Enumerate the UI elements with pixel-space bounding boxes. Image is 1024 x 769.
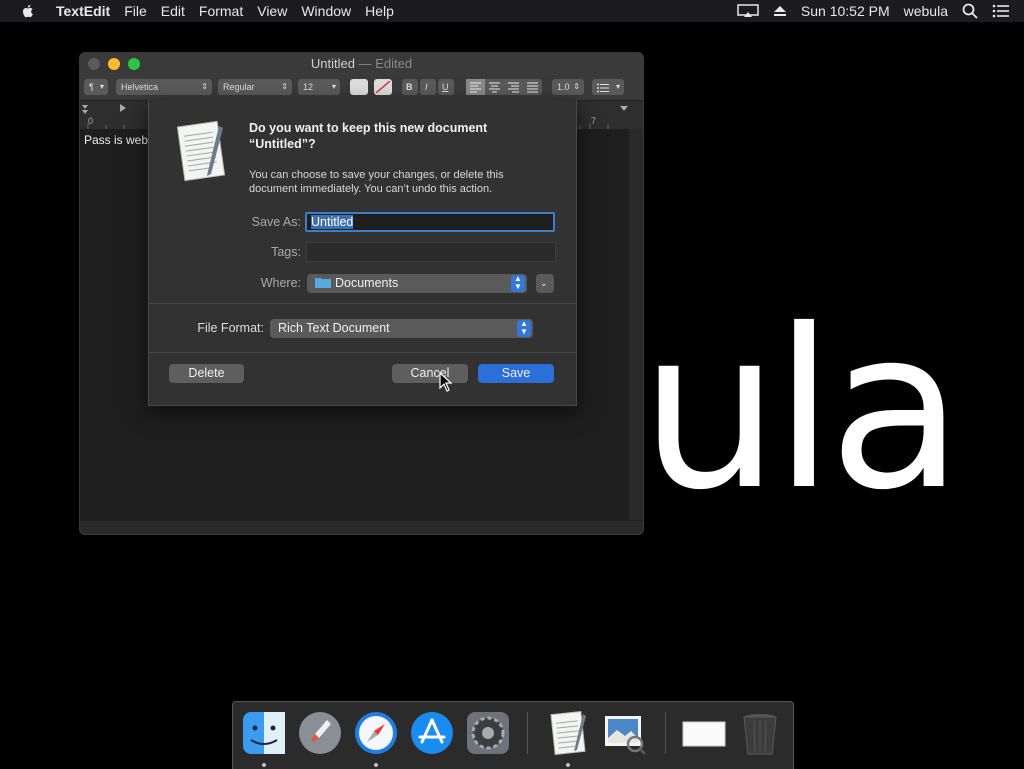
textedit-running-dot — [566, 763, 570, 767]
font-style-value: Regular — [223, 82, 255, 92]
line-spacing-popup[interactable]: 1.0 ⇕ — [552, 79, 584, 95]
sheet-divider-top — [149, 303, 576, 304]
font-family-popup[interactable]: Helvetica ⇕ — [116, 79, 212, 95]
chevron-down-icon: ⌄ — [540, 278, 548, 288]
folder-icon — [315, 278, 331, 288]
sheet-message: You can choose to save your changes, or … — [249, 169, 504, 195]
menu-format[interactable]: Format — [199, 3, 243, 19]
menu-bar: TextEdit File Edit Format View Window He… — [0, 0, 1024, 22]
minimize-button[interactable] — [108, 58, 120, 70]
dock-separator-trash — [665, 712, 666, 754]
system-preferences-icon[interactable] — [465, 710, 511, 756]
file-format-stepper-icon: ▲ ▼ — [517, 320, 531, 337]
tags-label: Tags: — [271, 245, 301, 259]
save-as-label: Save As: — [251, 215, 301, 229]
eject-icon[interactable] — [773, 5, 787, 17]
font-size-combo[interactable]: 12 ▾ — [298, 79, 340, 95]
list-bullets-icon — [597, 83, 609, 93]
launchpad-icon[interactable] — [297, 710, 343, 756]
window-titlebar[interactable]: Untitled — Edited — [80, 53, 643, 75]
font-family-value: Helvetica — [121, 82, 159, 92]
highlight-color-well[interactable] — [374, 79, 392, 95]
finder-running-dot — [262, 763, 266, 767]
bold-button[interactable]: B — [402, 79, 418, 95]
tags-field[interactable] — [306, 242, 556, 262]
ruler-label-start: 0 — [88, 116, 94, 126]
file-format-popup[interactable]: Rich Text Document ▲ ▼ — [270, 319, 533, 338]
font-size-value: 12 — [303, 82, 314, 92]
menu-view[interactable]: View — [257, 3, 287, 19]
dock-separator-apps — [527, 712, 528, 754]
format-toolbar: ¶ ▾ Helvetica ⇕ Regular ⇕ 12 ▾ B I U 1.0 ⇕ — [80, 75, 643, 101]
where-popup[interactable]: Documents ▲ ▼ — [307, 274, 527, 293]
notification-center-icon[interactable] — [992, 4, 1010, 18]
menu-window[interactable]: Window — [301, 3, 351, 19]
italic-button[interactable]: I — [420, 79, 436, 95]
list-style-popup[interactable]: ▾ — [592, 79, 624, 95]
textedit-icon[interactable] — [545, 710, 591, 756]
file-format-value: Rich Text Document — [278, 321, 390, 335]
save-as-field[interactable]: Untitled — [305, 212, 555, 232]
line-spacing-value: 1.0 — [557, 82, 570, 92]
where-stepper-icon: ▲ ▼ — [511, 275, 525, 292]
menu-file[interactable]: File — [124, 3, 147, 19]
safari-running-dot — [374, 763, 378, 767]
paragraph-style-popup[interactable]: ¶ ▾ — [84, 79, 108, 95]
menu-app-textedit[interactable]: TextEdit — [56, 3, 110, 19]
where-label: Where: — [260, 276, 301, 290]
save-as-value: Untitled — [311, 215, 354, 229]
menu-edit[interactable]: Edit — [161, 3, 185, 19]
text-color-well[interactable] — [350, 79, 368, 95]
close-button[interactable] — [88, 58, 100, 70]
sheet-divider-bottom — [149, 352, 576, 353]
spotlight-search-icon[interactable] — [962, 3, 978, 19]
textedit-document-icon — [176, 120, 226, 182]
apple-icon[interactable] — [20, 3, 36, 19]
where-value: Documents — [335, 276, 399, 290]
menubar-clock[interactable]: Sun 10:52 PM — [801, 3, 890, 19]
finder-icon[interactable] — [241, 710, 287, 756]
window-title-suffix: — Edited — [354, 56, 413, 71]
expand-sheet-button[interactable]: ⌄ — [536, 274, 554, 293]
align-icons — [466, 79, 538, 95]
wallpaper-text: ula — [640, 282, 963, 538]
file-format-label: File Format: — [197, 321, 264, 335]
dock — [232, 701, 794, 769]
ruler-label-end: 7 — [591, 116, 597, 126]
horizontal-scrollbar[interactable] — [80, 520, 643, 534]
save-button[interactable]: Save — [478, 364, 554, 383]
window-title: Untitled — [310, 56, 355, 71]
cancel-button[interactable]: Cancel — [392, 364, 468, 383]
mouse-cursor-icon — [439, 372, 453, 392]
font-style-popup[interactable]: Regular ⇕ — [218, 79, 292, 95]
preview-icon[interactable] — [601, 710, 647, 756]
alignment-control — [466, 79, 542, 95]
save-sheet: Do you want to keep this new document “U… — [148, 100, 577, 406]
vertical-scrollbar[interactable] — [628, 129, 643, 521]
minimized-window-icon[interactable] — [681, 710, 727, 756]
zoom-button[interactable] — [128, 58, 140, 70]
document-text: Pass is web — [84, 133, 149, 147]
no-color-slash-icon — [376, 81, 390, 93]
menu-help[interactable]: Help — [365, 3, 394, 19]
delete-button[interactable]: Delete — [169, 364, 244, 383]
underline-button[interactable]: U — [438, 79, 454, 95]
trash-icon[interactable] — [737, 710, 783, 756]
menubar-user[interactable]: webula — [904, 3, 948, 19]
airplay-display-icon[interactable] — [737, 4, 759, 18]
safari-icon[interactable] — [353, 710, 399, 756]
app-store-icon[interactable] — [409, 710, 455, 756]
sheet-title: Do you want to keep this new document “U… — [249, 121, 488, 151]
